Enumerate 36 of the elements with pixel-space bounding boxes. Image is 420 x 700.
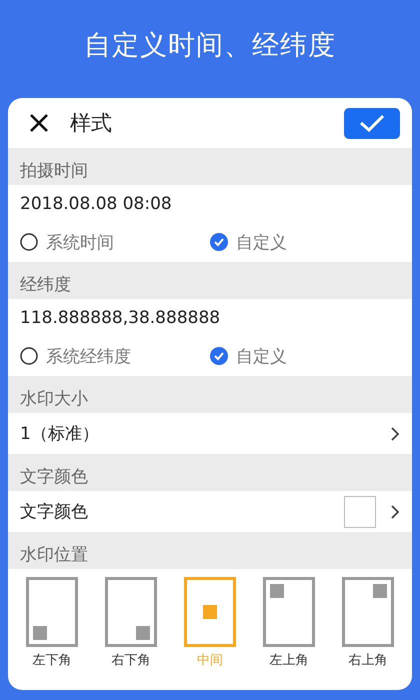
radio-option[interactable]: 自定义 [210, 344, 360, 368]
radio-option[interactable]: 系统经纬度 [20, 344, 210, 368]
chevron-icon [390, 504, 400, 520]
value-text: 118.888888,38.888888 [19, 306, 222, 330]
checked-radio-icon [210, 233, 228, 251]
checkmark-icon [359, 114, 385, 132]
value-text: 2018.08.08 08:08 [19, 192, 173, 216]
color-swatch [344, 496, 376, 528]
position-option[interactable]: 左下角 [26, 577, 78, 669]
position-option[interactable]: 右下角 [105, 577, 157, 669]
checked-radio-icon [210, 347, 228, 365]
section-heading: 水印位置 [8, 532, 412, 569]
radio-option[interactable]: 自定义 [210, 230, 360, 254]
select-value: 1（标准） [20, 423, 100, 445]
radio-option[interactable]: 系统时间 [20, 230, 210, 254]
radio-circle-icon [20, 347, 38, 365]
page-frame-icon [342, 577, 394, 647]
banner-title: 自定义时间、经纬度 [84, 29, 336, 63]
radio-circle-icon [20, 233, 38, 251]
section-heading: 经纬度 [8, 262, 412, 299]
page-frame-icon [263, 577, 315, 647]
page-frame-icon [184, 577, 236, 647]
position-option[interactable]: 右上角 [342, 577, 394, 669]
section-heading: 拍摄时间 [8, 148, 412, 185]
dialog-title: 样式 [70, 110, 113, 137]
page-frame-icon [105, 577, 157, 647]
select-row[interactable]: 1（标准） [8, 413, 412, 454]
color-row[interactable]: 文字颜色 [8, 491, 412, 532]
section-heading: 文字颜色 [8, 454, 412, 491]
section-heading: 水印大小 [8, 376, 412, 413]
chevron-icon [390, 426, 400, 442]
color-label: 文字颜色 [20, 501, 89, 523]
page-frame-icon [26, 577, 78, 647]
confirm-button[interactable] [344, 108, 400, 138]
close-icon[interactable] [28, 112, 50, 134]
position-option[interactable]: 左上角 [263, 577, 315, 669]
